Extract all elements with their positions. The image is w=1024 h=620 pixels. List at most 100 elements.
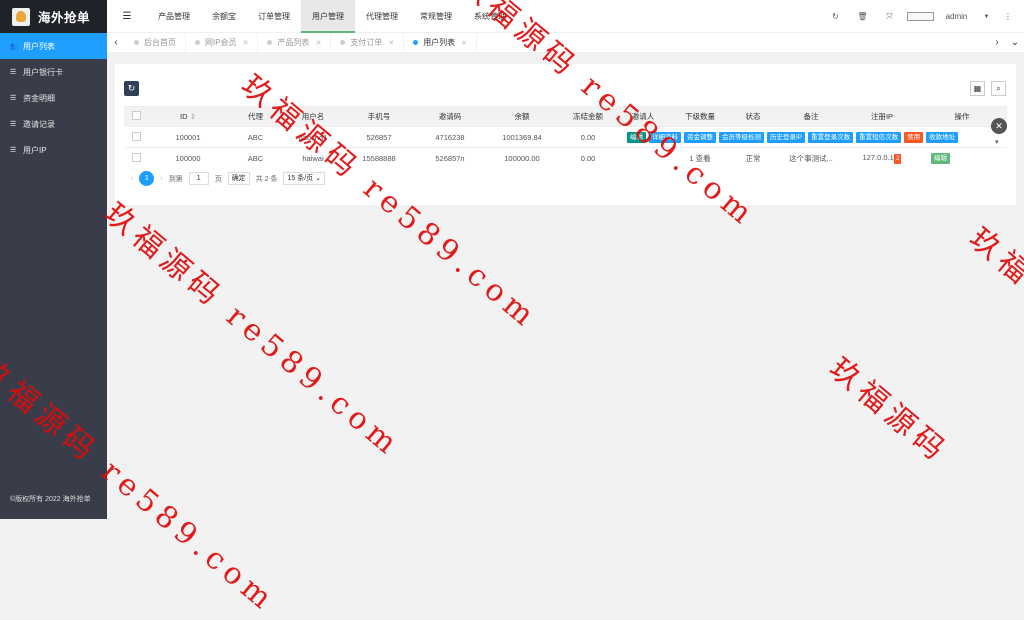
col-frozen: 冻结金额 [559, 106, 617, 127]
topnav-yuebao[interactable]: 余额宝 [201, 0, 247, 33]
col-inviter: 邀请人 [617, 106, 669, 127]
select-all-checkbox[interactable] [131, 111, 141, 120]
refresh-icon[interactable]: ↻ [822, 12, 849, 21]
tab-dot [134, 40, 139, 45]
row-checkbox[interactable] [131, 131, 141, 141]
tab-dot [413, 40, 419, 45]
watermark: 玖福源码 re589.com [97, 196, 408, 465]
prev-page-icon[interactable]: ‹ [131, 175, 133, 182]
chevron-right-icon[interactable]: › [988, 33, 1006, 53]
trash-icon[interactable]: 🗑 [849, 12, 876, 21]
per-page-select[interactable]: 15 条/页 ⌄ [283, 172, 325, 185]
topnav-agents[interactable]: 代理管理 [355, 0, 409, 33]
tab-dot [340, 40, 346, 45]
close-icon[interactable]: ✕ [388, 39, 394, 47]
fund-adjust-button[interactable]: 资金调整 [684, 132, 716, 143]
sidebar-item-invite-records[interactable]: ☰ 邀请记录 [0, 111, 107, 137]
top-header: ☰ 产品管理 余额宝 订单管理 用户管理 代理管理 常规管理 系统管理 ↻ 🗑 … [107, 0, 1024, 33]
tab-ip-members[interactable]: 网IP会员 ✕ [186, 32, 259, 53]
col-subs: 下级数量 [669, 106, 731, 127]
more-icon[interactable]: ⋮ [1000, 12, 1016, 21]
col-remark: 备注 [775, 106, 847, 127]
row-checkbox[interactable] [131, 152, 141, 162]
total-count: 共 2 条 [255, 175, 278, 183]
tab-dot [195, 40, 200, 45]
copyright: ©版权所有 2022 海外抢单 [10, 496, 91, 503]
tab-dot [267, 40, 273, 45]
topnav-users[interactable]: 用户管理 [301, 0, 355, 33]
chevron-left-icon[interactable]: ‹ [107, 37, 125, 48]
status-text: 正常 [731, 147, 775, 169]
table-header: ID ⇕ 代理 用户名 手机号 邀请码 余额 冻结金额 邀请人 下级数量 状态 … [124, 106, 1007, 127]
sidebar-item-user-ip[interactable]: ☰ 用户IP [0, 137, 107, 163]
topnav-system[interactable]: 系统管理 [463, 0, 517, 33]
sidebar-item-user-list[interactable]: 👥 用户列表 [0, 33, 107, 59]
columns-icon[interactable]: ▦ [970, 81, 985, 96]
fullscreen-icon[interactable]: ⤧ [876, 12, 903, 22]
watermark: 玖福源码 [822, 351, 956, 471]
header-tools: ↻ 🗑 ⤧ admin ▼ ⋮ [822, 0, 1016, 33]
menu-toggle-icon[interactable]: ☰ [107, 11, 147, 22]
refresh-button[interactable]: ↻ [124, 81, 139, 96]
col-id[interactable]: ID ⇕ [148, 106, 228, 127]
col-status: 状态 [731, 106, 775, 127]
chevron-down-icon[interactable]: ⌄ [1006, 33, 1024, 53]
sort-icon: ⇕ [189, 112, 196, 121]
close-icon[interactable]: ✕ [243, 39, 249, 47]
sidebar-item-bank-cards[interactable]: ☰ 用户银行卡 [0, 59, 107, 85]
topnav-orders[interactable]: 订单管理 [247, 0, 301, 33]
admin-menu[interactable]: admin ▼ [907, 12, 1000, 21]
sidebar: 海外抢单 👥 用户列表 ☰ 用户银行卡 ☰ 资金明细 ☰ 邀请记录 ☰ 用户IP ©版权所… [0, 0, 107, 519]
row-actions: 编辑 详细资料 资金调整 会员等级检测 历史登录IP 重置登录次数 重置短信次数… [623, 132, 959, 143]
col-ip: 注册IP [847, 106, 917, 127]
reset-login-count-button[interactable]: 重置登录次数 [808, 132, 854, 143]
tab-products[interactable]: 产品列表 ✕ [258, 32, 332, 53]
pagination: ‹ 1 › 到第 1 页 确定 共 2 条 15 条/页 ⌄ [131, 171, 325, 186]
topnav-products[interactable]: 产品管理 [147, 0, 201, 33]
list-icon: ☰ [10, 95, 17, 102]
avatar [907, 12, 934, 21]
list-icon: ☰ [10, 147, 17, 154]
logo-icon [12, 7, 30, 26]
user-table: ID ⇕ 代理 用户名 手机号 邀请码 余额 冻结金额 邀请人 下级数量 状态 … [124, 106, 1007, 169]
table-row: 100001 ABC gaoshd1 526857 4716238 100136… [124, 126, 1007, 148]
edit-button[interactable]: 编辑 [627, 132, 646, 143]
subs-link[interactable]: 1 查看 [669, 147, 731, 169]
list-icon: ☰ [10, 121, 17, 128]
ip-count-badge: 2 [893, 153, 902, 164]
details-button[interactable]: 详细资料 [649, 132, 681, 143]
table-toolbar: ▦ ⌕ [970, 81, 1006, 96]
tab-payment-orders[interactable]: 支付订单 ✕ [331, 32, 405, 53]
col-phone: 手机号 [343, 106, 415, 127]
list-icon: ☰ [10, 69, 17, 76]
topnav-general[interactable]: 常规管理 [409, 0, 463, 33]
close-icon[interactable]: ✕ [315, 39, 321, 47]
watermark: 玖福 [962, 221, 1024, 295]
edit-button[interactable]: 编辑 [931, 152, 950, 164]
col-agent: 代理 [228, 106, 283, 127]
user-table-card: ↻ ▦ ⌕ ID ⇕ 代理 用户名 手机号 邀请码 余额 冻结金额 邀请人 下级… [115, 64, 1016, 205]
sidebar-nav: 👥 用户列表 ☰ 用户银行卡 ☰ 资金明细 ☰ 邀请记录 ☰ 用户IP [0, 33, 107, 163]
close-icon[interactable]: ✕ [991, 118, 1007, 134]
logo[interactable]: 海外抢单 [0, 0, 107, 33]
app-title: 海外抢单 [38, 11, 91, 25]
sidebar-item-fund-details[interactable]: ☰ 资金明细 [0, 85, 107, 111]
search-icon[interactable]: ⌕ [991, 81, 1006, 96]
caret-down-icon: ▼ [983, 13, 990, 20]
next-page-icon[interactable]: › [160, 175, 162, 182]
tab-user-list[interactable]: 用户列表 ✕ [404, 32, 478, 53]
tab-home[interactable]: 后台首页 [125, 32, 186, 53]
col-username: 用户名 [283, 106, 343, 127]
reset-sms-count-button[interactable]: 重置短信次数 [856, 132, 902, 143]
page-confirm-button[interactable]: 确定 [227, 172, 250, 185]
scroll-down-icon[interactable]: ▾ [995, 138, 999, 146]
col-invite-code: 邀请码 [415, 106, 485, 127]
page-current[interactable]: 1 [139, 171, 155, 186]
payment-address-button[interactable]: 收款地址 [926, 132, 959, 143]
top-nav: 产品管理 余额宝 订单管理 用户管理 代理管理 常规管理 系统管理 [147, 0, 517, 33]
close-icon[interactable]: ✕ [461, 39, 467, 47]
login-ip-history-button[interactable]: 历史登录IP [767, 132, 806, 143]
disable-button[interactable]: 禁用 [904, 132, 924, 143]
page-input[interactable]: 1 [188, 172, 209, 185]
level-check-button[interactable]: 会员等级检测 [719, 132, 764, 143]
